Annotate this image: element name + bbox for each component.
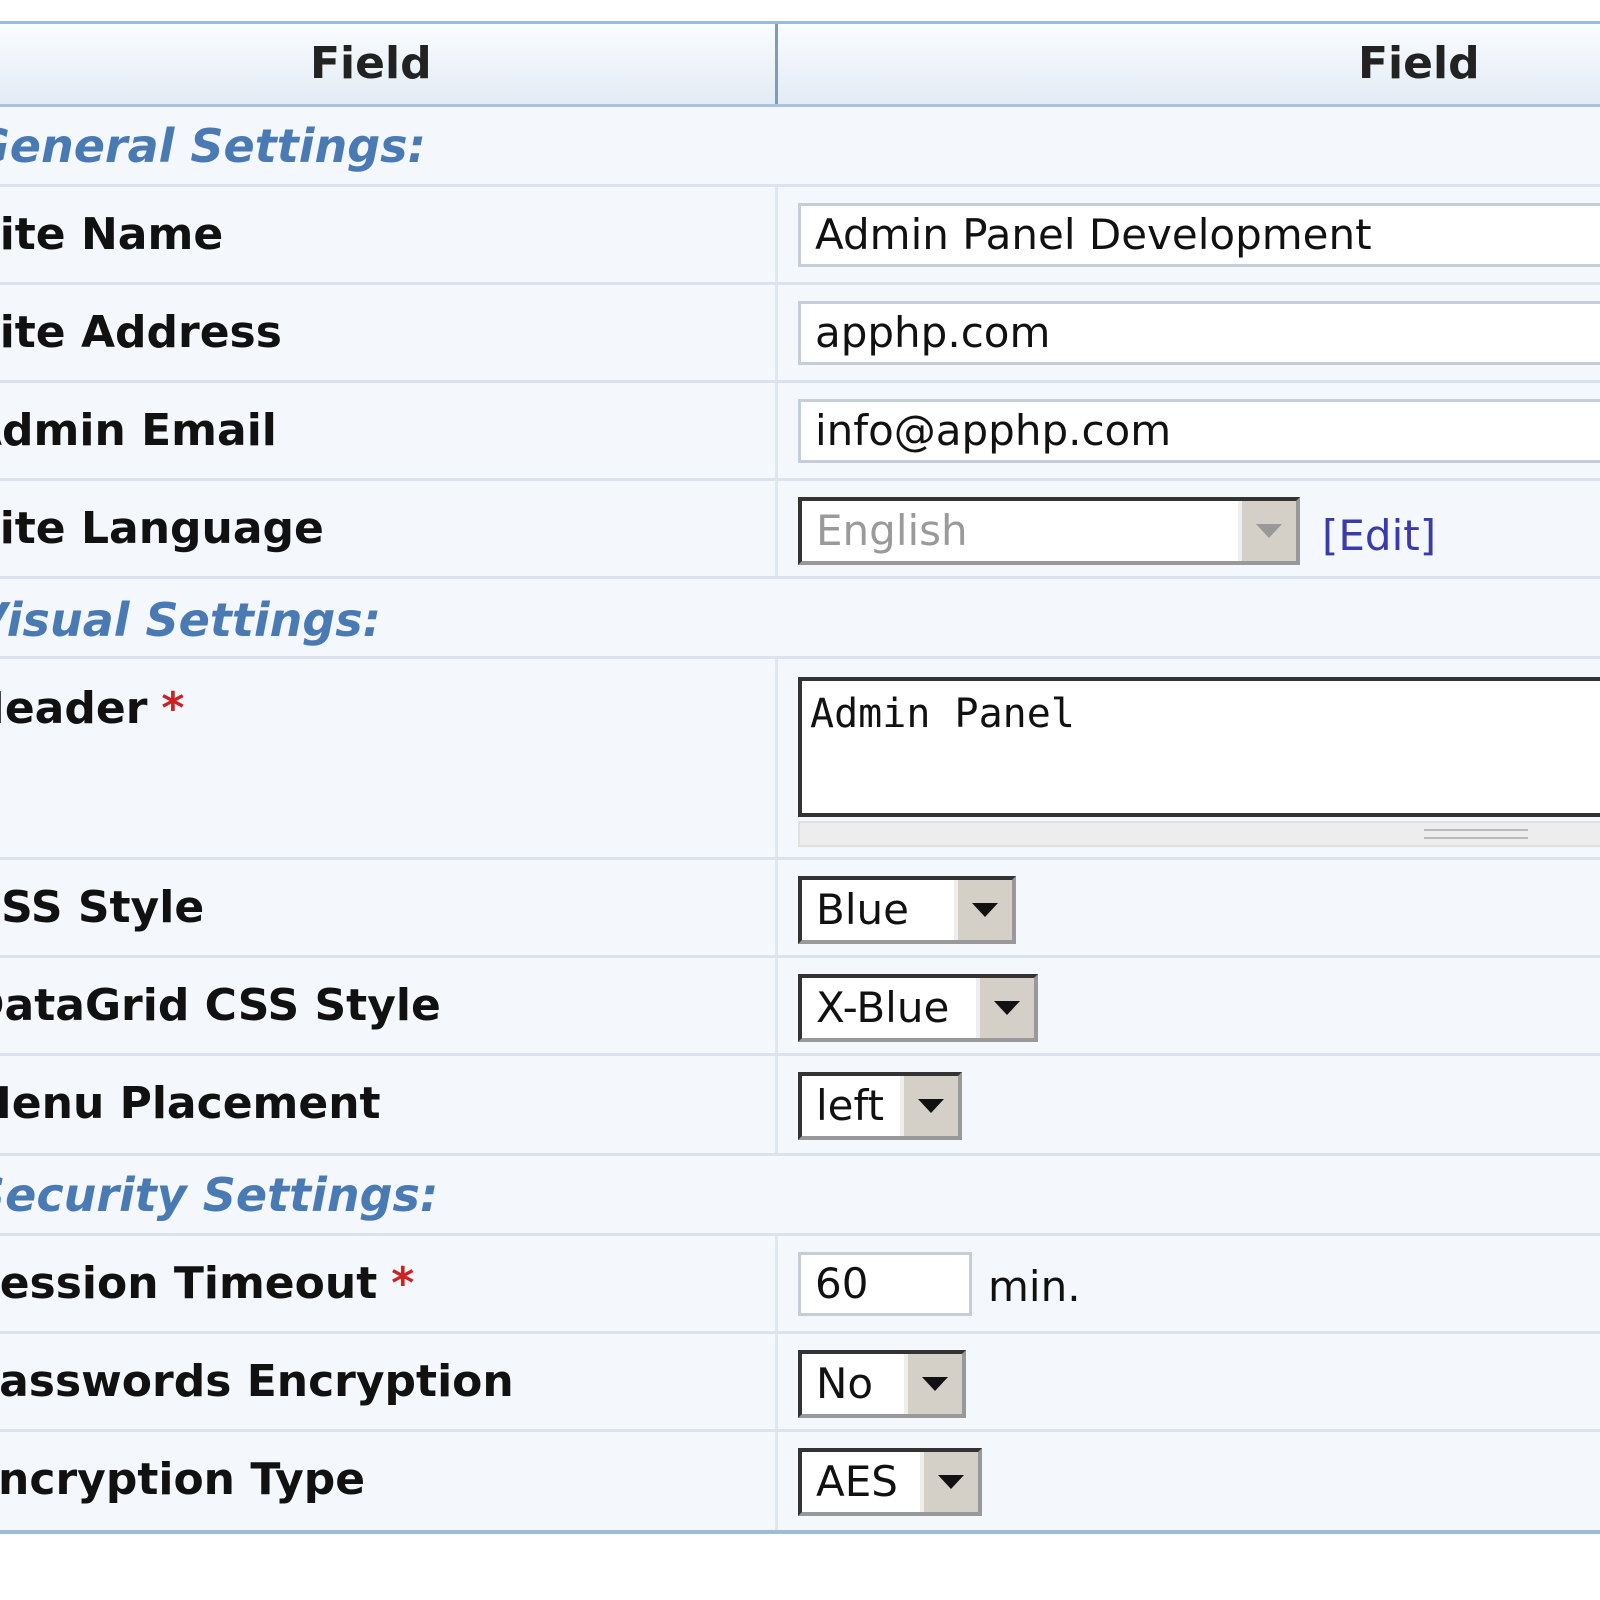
css-style-value: Blue xyxy=(816,885,909,934)
row-datagrid-css-style: DataGrid CSS Style X-Blue xyxy=(0,958,1600,1056)
table-header: Field Field Value xyxy=(0,24,1600,169)
site-language-value: English xyxy=(816,506,968,555)
chevron-down-icon xyxy=(938,1475,964,1489)
column-divider xyxy=(775,187,778,282)
site-name-input[interactable]: Admin Panel Development xyxy=(798,203,1600,267)
row-css-style: CSS Style Blue xyxy=(0,860,1600,958)
label-header: Header * xyxy=(0,683,184,734)
menu-placement-select[interactable]: left xyxy=(798,1072,962,1140)
section-title-security: Security Settings: xyxy=(0,1168,439,1222)
required-marker: * xyxy=(391,1258,415,1309)
label-datagrid-css-style: DataGrid CSS Style xyxy=(0,980,441,1031)
resize-grip-icon[interactable] xyxy=(1424,829,1528,839)
column-divider xyxy=(775,285,778,380)
session-timeout-input[interactable]: 60 xyxy=(798,1252,972,1316)
settings-table: Field Field Value General Settings: Site… xyxy=(0,0,1600,1600)
dropdown-button[interactable] xyxy=(920,1452,978,1512)
dropdown-button[interactable] xyxy=(976,978,1034,1038)
column-divider xyxy=(775,860,778,955)
section-title-visual: Visual Settings: xyxy=(0,593,382,647)
section-row-general: General Settings: xyxy=(0,107,1600,187)
header-divider xyxy=(775,24,778,104)
label-menu-placement: Menu Placement xyxy=(0,1078,381,1129)
chevron-down-icon xyxy=(1256,524,1282,538)
dropdown-button[interactable] xyxy=(900,1076,958,1136)
column-divider xyxy=(775,1236,778,1331)
row-session-timeout: Session Timeout * 60 min. xyxy=(0,1236,1600,1334)
column-divider xyxy=(775,481,778,576)
label-session-timeout-text: Session Timeout xyxy=(0,1258,378,1309)
header-field: Field xyxy=(310,38,432,89)
row-menu-placement: Menu Placement left xyxy=(0,1056,1600,1156)
row-site-name: Site Name Admin Panel Development xyxy=(0,187,1600,285)
encryption-type-select[interactable]: AES xyxy=(798,1448,982,1516)
label-site-name: Site Name xyxy=(0,209,224,260)
datagrid-css-style-select[interactable]: X-Blue xyxy=(798,974,1038,1042)
chevron-down-icon xyxy=(918,1099,944,1113)
row-admin-email: Admin Email info@apphp.com xyxy=(0,383,1600,481)
section-row-security: Security Settings: xyxy=(0,1156,1600,1236)
header-textarea[interactable]: Admin Panel xyxy=(798,677,1600,817)
label-admin-email: Admin Email xyxy=(0,405,277,456)
label-passwords-encryption: Passwords Encryption xyxy=(0,1356,514,1407)
column-divider xyxy=(775,1432,778,1530)
label-site-address: Site Address xyxy=(0,307,282,358)
session-timeout-unit: min. xyxy=(988,1262,1081,1311)
label-css-style: CSS Style xyxy=(0,882,205,933)
passwords-encryption-select[interactable]: No xyxy=(798,1350,966,1418)
admin-email-input[interactable]: info@apphp.com xyxy=(798,399,1600,463)
dropdown-button xyxy=(1238,501,1296,561)
label-site-language: Site Language xyxy=(0,503,324,554)
chevron-down-icon xyxy=(922,1377,948,1391)
passwords-encryption-value: No xyxy=(816,1359,874,1408)
label-session-timeout: Session Timeout * xyxy=(0,1258,414,1309)
row-site-language: Site Language English [Edit] xyxy=(0,481,1600,579)
label-header-text: Header xyxy=(0,683,148,734)
row-encryption-type: Encryption Type AES xyxy=(0,1432,1600,1530)
column-divider xyxy=(775,958,778,1053)
css-style-select[interactable]: Blue xyxy=(798,876,1016,944)
column-divider xyxy=(775,1334,778,1429)
row-header: Header * Admin Panel xyxy=(0,659,1600,860)
site-language-select: English xyxy=(798,497,1300,565)
dropdown-button[interactable] xyxy=(954,880,1012,940)
header-field-value: Field Value xyxy=(1358,38,1496,169)
section-row-visual: Visual Settings: xyxy=(0,579,1600,659)
chevron-down-icon xyxy=(994,1001,1020,1015)
datagrid-css-style-value: X-Blue xyxy=(816,983,950,1032)
row-passwords-encryption: Passwords Encryption No xyxy=(0,1334,1600,1432)
section-title-general: General Settings: xyxy=(0,119,426,173)
chevron-down-icon xyxy=(972,903,998,917)
table-bottom-border xyxy=(0,1530,1600,1534)
column-divider xyxy=(775,1056,778,1153)
textarea-resize-bar[interactable] xyxy=(798,821,1600,847)
row-site-address: Site Address apphp.com xyxy=(0,285,1600,383)
column-divider xyxy=(775,383,778,478)
site-address-input[interactable]: apphp.com xyxy=(798,301,1600,365)
required-marker: * xyxy=(161,683,185,734)
encryption-type-value: AES xyxy=(816,1457,898,1506)
label-encryption-type: Encryption Type xyxy=(0,1454,366,1505)
column-divider xyxy=(775,659,778,857)
menu-placement-value: left xyxy=(816,1081,885,1130)
edit-language-link[interactable]: [Edit] xyxy=(1322,511,1436,560)
dropdown-button[interactable] xyxy=(904,1354,962,1414)
